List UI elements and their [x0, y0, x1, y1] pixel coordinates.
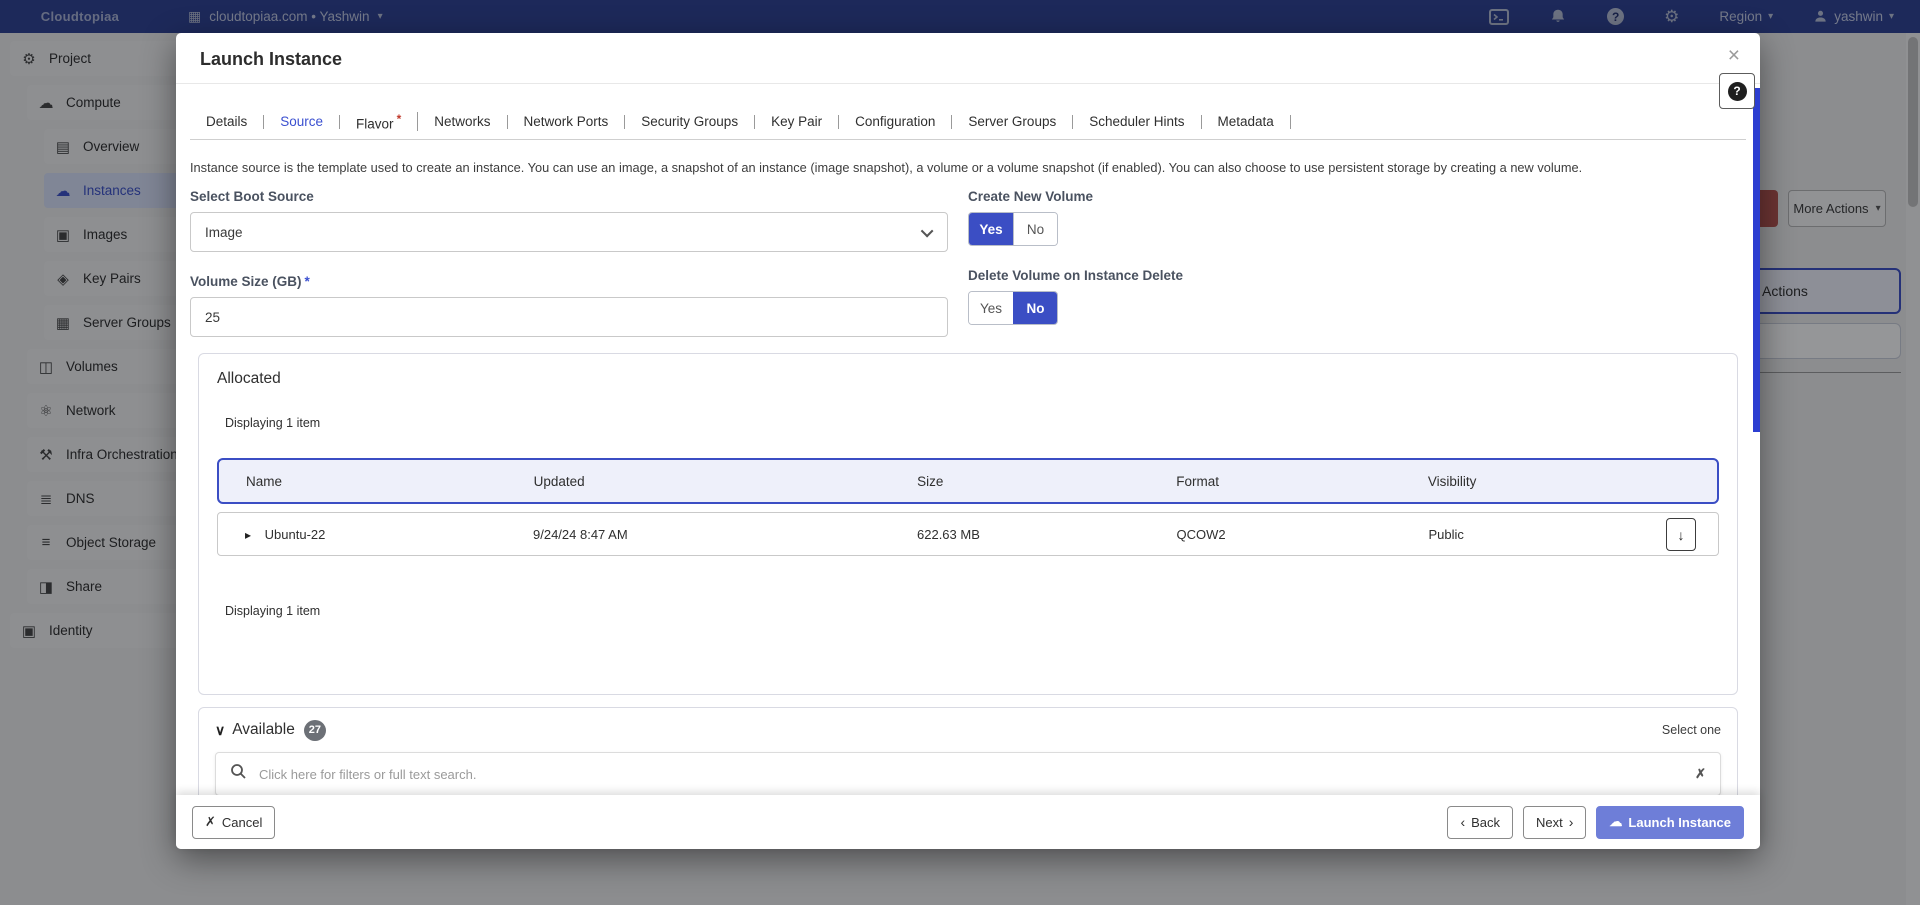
search-icon	[230, 763, 247, 785]
delete-volume-toggle: Yes No	[968, 291, 1058, 325]
chevron-down-icon[interactable]: ∨	[215, 722, 225, 739]
search-input[interactable]	[259, 767, 1695, 782]
allocated-panel: Allocated Displaying 1 item Name Updated…	[198, 353, 1738, 695]
column-header-visibility: Visibility	[1401, 474, 1717, 489]
deallocate-button[interactable]: ↓	[1666, 518, 1696, 551]
allocated-title: Allocated	[217, 370, 1719, 388]
launch-instance-button[interactable]: ☁ Launch Instance	[1596, 806, 1744, 839]
tab-server-groups[interactable]: Server Groups	[952, 115, 1073, 129]
cell-name: ▸ Ubuntu-22	[218, 527, 506, 542]
tab-details[interactable]: Details	[190, 115, 264, 129]
delete-volume-label: Delete Volume on Instance Delete	[968, 268, 1746, 283]
delete-volume-no-button[interactable]: No	[1013, 292, 1057, 324]
wizard-tabstrip: Details Source Flavor* Networks Network …	[190, 104, 1746, 140]
close-icon[interactable]: ×	[1728, 45, 1740, 66]
clear-search-icon[interactable]: ✗	[1695, 766, 1706, 782]
modal-scrollbar-thumb[interactable]	[1753, 88, 1760, 432]
volume-size-input[interactable]	[190, 297, 948, 337]
select-one-hint: Select one	[1662, 723, 1721, 737]
chevron-right-icon: ›	[1569, 814, 1574, 830]
help-icon: ?	[1728, 82, 1747, 101]
cell-updated: 9/24/24 8:47 AM	[506, 527, 890, 542]
cell-size: 622.63 MB	[890, 527, 1149, 542]
tab-security-groups[interactable]: Security Groups	[625, 115, 755, 129]
wizard-help-button[interactable]: ?	[1719, 73, 1755, 109]
arrow-down-icon: ↓	[1678, 527, 1685, 543]
column-header-name: Name	[219, 474, 507, 489]
required-asterisk: *	[305, 274, 310, 289]
cancel-button[interactable]: ✗ Cancel	[192, 806, 275, 839]
allocated-count-footer: Displaying 1 item	[217, 604, 1719, 618]
next-button[interactable]: Next ›	[1523, 806, 1586, 839]
allocated-count: Displaying 1 item	[217, 416, 1719, 430]
create-new-volume-toggle: Yes No	[968, 212, 1058, 246]
x-icon: ✗	[205, 814, 216, 830]
launch-instance-modal: Launch Instance × ? Details Source Flavo…	[176, 33, 1760, 849]
create-new-volume-label: Create New Volume	[968, 189, 1746, 204]
create-volume-yes-button[interactable]: Yes	[969, 213, 1013, 245]
available-title: Available	[232, 721, 295, 739]
table-row[interactable]: ▸ Ubuntu-22 9/24/24 8:47 AM 622.63 MB QC…	[217, 512, 1719, 556]
column-header-format: Format	[1149, 474, 1401, 489]
tab-networks[interactable]: Networks	[418, 115, 507, 129]
column-header-size: Size	[890, 474, 1149, 489]
cloud-upload-icon: ☁	[1609, 814, 1622, 830]
caret-right-icon[interactable]: ▸	[245, 528, 251, 542]
tab-key-pair[interactable]: Key Pair	[755, 115, 839, 129]
modal-footer: ✗ Cancel ‹ Back Next › ☁ Launch Instance	[176, 795, 1760, 849]
boot-source-select[interactable]: Image	[190, 212, 948, 252]
available-search-bar: ✗	[215, 752, 1721, 796]
tab-flavor[interactable]: Flavor*	[340, 112, 418, 132]
cell-format: QCOW2	[1149, 527, 1401, 542]
volume-size-label: Volume Size (GB)*	[190, 274, 948, 289]
tab-configuration[interactable]: Configuration	[839, 115, 952, 129]
modal-header: Launch Instance	[176, 33, 1760, 84]
source-description: Instance source is the template used to …	[190, 160, 1746, 175]
chevron-down-icon	[921, 224, 934, 237]
required-asterisk: *	[397, 112, 402, 126]
allocated-table-header: Name Updated Size Format Visibility	[217, 458, 1719, 504]
boot-source-label: Select Boot Source	[190, 189, 948, 204]
create-volume-no-button[interactable]: No	[1013, 213, 1057, 245]
modal-title: Launch Instance	[200, 49, 342, 69]
tab-scheduler-hints[interactable]: Scheduler Hints	[1073, 115, 1201, 129]
delete-volume-yes-button[interactable]: Yes	[969, 292, 1013, 324]
column-header-updated: Updated	[507, 474, 890, 489]
boot-source-value: Image	[205, 225, 243, 240]
tab-network-ports[interactable]: Network Ports	[508, 115, 626, 129]
back-button[interactable]: ‹ Back	[1447, 806, 1513, 839]
tab-metadata[interactable]: Metadata	[1202, 115, 1291, 129]
source-form: Select Boot Source Image Volume Size (GB…	[190, 189, 1746, 337]
chevron-left-icon: ‹	[1460, 814, 1465, 830]
tab-source[interactable]: Source	[264, 115, 340, 129]
available-count-badge: 27	[304, 720, 326, 741]
